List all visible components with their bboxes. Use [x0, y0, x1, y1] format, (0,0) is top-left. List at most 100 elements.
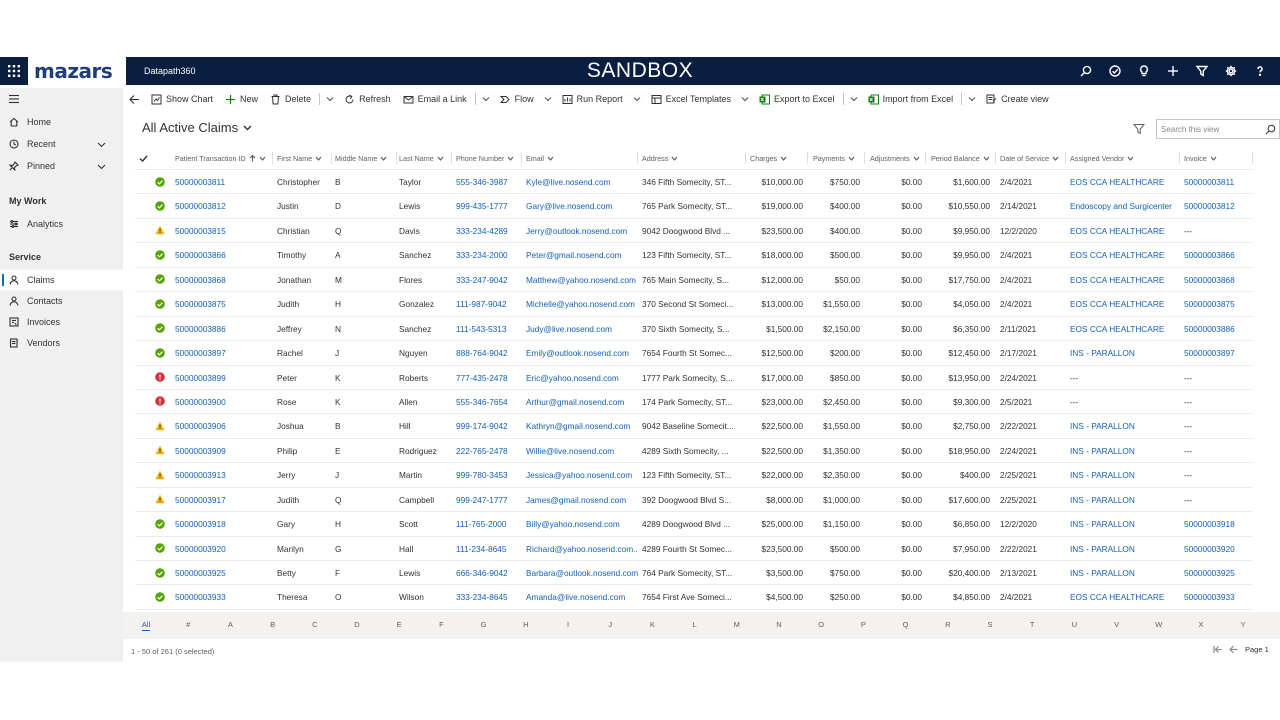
export-excel-button[interactable]: Export to Excel	[753, 88, 841, 110]
cell-email[interactable]: Kathryn@gmail.nosend.com	[526, 414, 638, 438]
filter-icon[interactable]	[1133, 123, 1145, 135]
table-row[interactable]: 50000003909 Philip E Rodriguez 222-765-2478 W…	[135, 439, 1253, 464]
column-header-date-of-service[interactable]: Date of Service	[1000, 146, 1066, 170]
table-row[interactable]: 50000003899 Peter K Roberts 777-435-2478 Eric…	[135, 366, 1253, 390]
refresh-button[interactable]: Refresh	[338, 88, 397, 110]
run-report-dropdown[interactable]	[629, 88, 645, 110]
cell-email[interactable]: Jessica@yahoo.nosend.com	[526, 463, 638, 487]
jump-filter-letter[interactable]: E	[397, 620, 402, 629]
cell-assigned-vendor[interactable]: INS - PARALLON	[1070, 463, 1180, 487]
cell-ptid[interactable]: 50000003866	[175, 243, 273, 267]
cell-invoice[interactable]: 50000003933	[1184, 585, 1253, 609]
column-header-period-balance[interactable]: Period Balance	[931, 146, 996, 170]
cell-assigned-vendor[interactable]: INS - PARALLON	[1070, 512, 1180, 536]
cell-email[interactable]: James@gmail.nosend.com	[526, 488, 638, 512]
cell-ptid[interactable]: 50000003909	[175, 439, 273, 463]
select-all-checkbox[interactable]	[139, 146, 153, 170]
cell-assigned-vendor[interactable]: INS - PARALLON	[1070, 414, 1180, 438]
cell-email[interactable]: Gary@live.nosend.com	[526, 194, 638, 218]
table-row[interactable]: 50000003925 Betty F Lewis 666-346-9042 Barbar…	[135, 561, 1253, 586]
jump-filter-letter[interactable]: P	[861, 620, 866, 629]
jump-filter-letter[interactable]: D	[354, 620, 359, 629]
cell-assigned-vendor[interactable]: INS - PARALLON	[1070, 561, 1180, 585]
show-chart-button[interactable]: Show Chart	[145, 88, 219, 110]
more-options-dropdown[interactable]	[322, 88, 338, 110]
cell-assigned-vendor[interactable]: EOS CCA HEALTHCARE	[1070, 317, 1180, 341]
tasks-button[interactable]	[1100, 57, 1129, 85]
cell-assigned-vendor[interactable]: EOS CCA HEALTHCARE	[1070, 585, 1180, 609]
cell-assigned-vendor[interactable]: EOS CCA HEALTHCARE	[1070, 243, 1180, 267]
cell-phone[interactable]: 333-234-2000	[456, 243, 522, 267]
jump-filter-letter[interactable]: G	[481, 620, 487, 629]
cell-ptid[interactable]: 50000003906	[175, 414, 273, 438]
cell-assigned-vendor[interactable]: INS - PARALLON	[1070, 537, 1180, 561]
cell-assigned-vendor[interactable]: EOS CCA HEALTHCARE	[1070, 170, 1180, 194]
cell-invoice[interactable]: 50000003897	[1184, 341, 1253, 365]
cell-email[interactable]: Amanda@live.nosend.com	[526, 585, 638, 609]
column-header-charges[interactable]: Charges	[750, 146, 808, 170]
jump-filter-letter[interactable]: K	[650, 620, 655, 629]
table-row[interactable]: 50000003897 Rachel J Nguyen 888-764-9042 Emil…	[135, 341, 1253, 366]
nav-vendors[interactable]: Vendors	[0, 333, 123, 353]
column-header-payments[interactable]: Payments	[813, 146, 865, 170]
column-header-assigned-vendor[interactable]: Assigned Vendor	[1070, 146, 1180, 170]
jump-filter-letter[interactable]: H	[523, 620, 528, 629]
app-name[interactable]: Datapath360	[144, 66, 196, 76]
table-row[interactable]: 50000003812 Justin D Lewis 999-435-1777 Gary@…	[135, 194, 1253, 219]
hamburger-menu-icon[interactable]	[8, 93, 22, 105]
cell-ptid[interactable]: 50000003897	[175, 341, 273, 365]
jump-filter-letter[interactable]: B	[270, 620, 275, 629]
new-record-button[interactable]: New	[219, 88, 264, 110]
jump-filter-letter[interactable]: J	[608, 620, 612, 629]
cell-ptid[interactable]: 50000003886	[175, 317, 273, 341]
column-header-phone[interactable]: Phone Number	[456, 146, 522, 170]
jump-filter-letter[interactable]: V	[1114, 620, 1119, 629]
import-excel-dropdown[interactable]	[964, 88, 980, 110]
ideas-button[interactable]	[1129, 57, 1158, 85]
cell-phone[interactable]: 333-234-8645	[456, 585, 522, 609]
create-view-button[interactable]: Create view	[980, 88, 1055, 110]
cell-ptid[interactable]: 50000003815	[175, 219, 273, 243]
column-header-email[interactable]: Email	[526, 146, 638, 170]
chevron-down-icon[interactable]	[97, 162, 106, 171]
cell-invoice[interactable]: 50000003918	[1184, 512, 1253, 536]
cell-phone[interactable]: 666-346-9042	[456, 561, 522, 585]
cell-ptid[interactable]: 50000003933	[175, 585, 273, 609]
cell-assigned-vendor[interactable]: EOS CCA HEALTHCARE	[1070, 292, 1180, 316]
cell-ptid[interactable]: 50000003900	[175, 390, 273, 414]
column-header-last-name[interactable]: Last Name	[399, 146, 452, 170]
jump-filter-letter[interactable]: T	[1030, 620, 1035, 629]
cell-email[interactable]: Michelle@yahoo.nosend.com	[526, 292, 638, 316]
help-button[interactable]	[1245, 57, 1274, 85]
cell-phone[interactable]: 111-543-5313	[456, 317, 522, 341]
cell-ptid[interactable]: 50000003868	[175, 268, 273, 292]
jump-filter-letter[interactable]: S	[987, 620, 992, 629]
cell-email[interactable]: Billy@yahoo.nosend.com	[526, 512, 638, 536]
nav-pinned[interactable]: Pinned	[0, 156, 123, 176]
cell-email[interactable]: Matthew@yahoo.nosend.com	[526, 268, 638, 292]
jump-filter-letter[interactable]: F	[439, 620, 444, 629]
back-button[interactable]	[123, 88, 145, 110]
cell-ptid[interactable]: 50000003913	[175, 463, 273, 487]
cell-invoice[interactable]: 50000003866	[1184, 243, 1253, 267]
cell-email[interactable]: Peter@gmail.nosend.com	[526, 243, 638, 267]
table-row[interactable]: 50000003920 Marilyn G Hall 111-234-8645 Richa…	[135, 537, 1253, 561]
nav-invoices[interactable]: Invoices	[0, 312, 123, 332]
jump-filter-letter[interactable]: W	[1155, 620, 1162, 629]
column-header-middle-name[interactable]: Middle Name	[335, 146, 397, 170]
cell-ptid[interactable]: 50000003918	[175, 512, 273, 536]
jump-filter-letter[interactable]: X	[1198, 620, 1203, 629]
cell-email[interactable]: Jerry@outlook.nosend.com	[526, 219, 638, 243]
table-row[interactable]: 50000003913 Jerry J Martin 999-780-3453 Jessi…	[135, 463, 1253, 488]
jump-filter-letter[interactable]: R	[945, 620, 950, 629]
app-launcher-button[interactable]	[0, 57, 28, 85]
cell-email[interactable]: Emily@outlook.nosend.com	[526, 341, 638, 365]
nav-claims[interactable]: Claims	[0, 270, 123, 290]
cell-ptid[interactable]: 50000003812	[175, 194, 273, 218]
cell-ptid[interactable]: 50000003917	[175, 488, 273, 512]
jump-filter-letter[interactable]: O	[818, 620, 824, 629]
table-row[interactable]: 50000003815 Christian Q Davis 333-234-4289 Je…	[135, 219, 1253, 244]
cell-email[interactable]: Kyle@live.nosend.com	[526, 170, 638, 194]
table-row[interactable]: 50000003866 Timothy A Sanchez 333-234-2000 Pe…	[135, 243, 1253, 268]
table-row[interactable]: 50000003918 Gary H Scott 111-765-2000 Billy@y…	[135, 512, 1253, 537]
